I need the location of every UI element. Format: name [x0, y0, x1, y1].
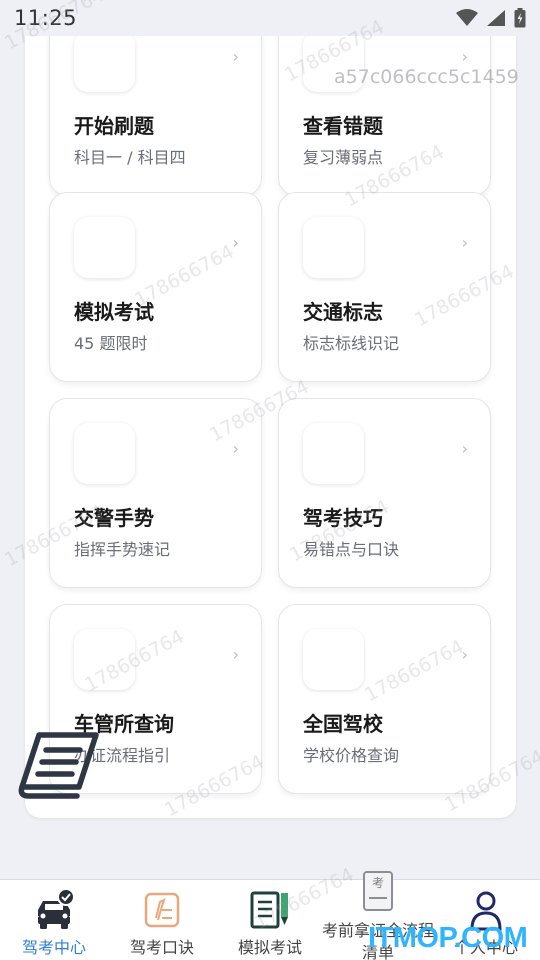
exam-book-icon: 考 [363, 871, 393, 911]
tab-mock-exam[interactable]: 模拟考试 [216, 880, 324, 960]
tile-icon [74, 31, 135, 92]
status-icons [456, 8, 526, 28]
tile-subtitle: 易错点与口诀 [303, 540, 400, 559]
chevron-right-icon: › [232, 47, 239, 66]
chevron-right-icon: › [232, 645, 239, 664]
tile-driving-schools[interactable]: › 全国驾校 学校价格查询 [278, 604, 491, 794]
chevron-right-icon: › [232, 233, 239, 252]
feature-panel: › 开始刷题 科目一 / 科目四 › 查看错题 复习薄弱点 › 模拟考试 45 … [25, 6, 516, 818]
status-time: 11:25 [14, 6, 78, 30]
tab-driving-center[interactable]: 驾考中心 [0, 880, 108, 960]
tile-title: 交通标志 [303, 300, 383, 324]
tab-label: 驾考口诀 [129, 938, 195, 957]
tile-title: 全国驾校 [303, 712, 383, 736]
tile-title: 模拟考试 [74, 300, 154, 324]
car-check-icon [38, 888, 75, 929]
tile-exam-tips[interactable]: › 驾考技巧 易错点与口诀 [278, 398, 491, 588]
tile-icon [303, 423, 364, 484]
wifi-icon [456, 9, 478, 26]
chevron-right-icon: › [461, 439, 468, 458]
tab-label: 驾考中心 [21, 938, 87, 957]
tile-subtitle: 复习薄弱点 [303, 148, 384, 167]
tile-subtitle: 指挥手势速记 [74, 540, 171, 559]
tile-police-gestures[interactable]: › 交警手势 指挥手势速记 [49, 398, 262, 588]
tile-subtitle: 科目一 / 科目四 [74, 148, 186, 167]
exam-book-text: 考 [372, 876, 384, 890]
chevron-right-icon: › [461, 47, 468, 66]
device-code-watermark: a57c066ccc5c1459 [334, 66, 519, 88]
site-badge: ITMOP.COM [368, 922, 528, 954]
floating-book-button[interactable] [17, 730, 101, 800]
tile-title: 驾考技巧 [303, 506, 383, 530]
chevron-right-icon: › [232, 439, 239, 458]
status-bar: 11:25 [0, 0, 540, 36]
tab-label: 模拟考试 [237, 938, 303, 957]
battery-icon [514, 8, 526, 28]
tile-icon [74, 629, 135, 690]
tile-icon [303, 217, 364, 278]
tile-subtitle: 学校价格查询 [303, 746, 400, 765]
tile-subtitle: 45 题限时 [74, 334, 148, 353]
tile-icon [74, 217, 135, 278]
signal-icon [487, 10, 505, 26]
notebook-pencil-icon [250, 891, 288, 929]
notepad-pencil-icon [144, 892, 180, 928]
tile-icon [74, 423, 135, 484]
tile-traffic-signs[interactable]: › 交通标志 标志标线识记 [278, 192, 491, 382]
chevron-right-icon: › [461, 645, 468, 664]
tile-title: 开始刷题 [74, 114, 154, 138]
chevron-right-icon: › [461, 233, 468, 252]
tab-driving-mnemonics[interactable]: 驾考口诀 [108, 880, 216, 960]
tile-title: 交警手势 [74, 506, 154, 530]
tile-icon [303, 629, 364, 690]
tile-title: 查看错题 [303, 114, 383, 138]
tile-mock-exam[interactable]: › 模拟考试 45 题限时 [49, 192, 262, 382]
tile-subtitle: 标志标线识记 [303, 334, 400, 353]
